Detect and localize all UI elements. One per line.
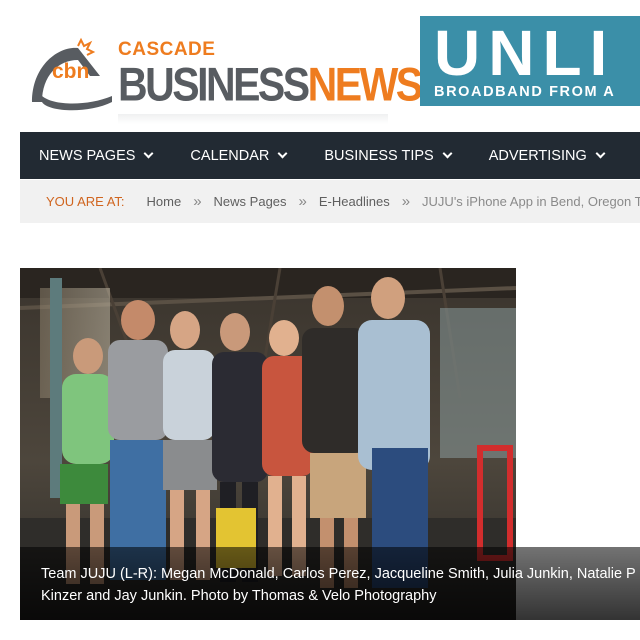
breadcrumb-home[interactable]: Home	[147, 194, 182, 209]
photo-caption: Team JUJU (L-R): Megan McDonald, Carlos …	[41, 563, 640, 607]
breadcrumb-e-headlines[interactable]: E-Headlines	[319, 194, 390, 209]
breadcrumb-news-pages[interactable]: News Pages	[214, 194, 287, 209]
nav-item-label: NEWS PAGES	[39, 147, 136, 164]
logo-reflection	[118, 114, 388, 124]
banner-headline: UNLI	[434, 17, 616, 89]
caption-line-2: Kinzer and Jay Junkin. Photo by Thomas &…	[41, 588, 437, 604]
breadcrumb: YOU ARE AT: Home » News Pages » E-Headli…	[20, 180, 640, 223]
breadcrumb-separator: »	[401, 193, 411, 210]
banner-ad[interactable]: UNLI BROADBAND FROM A	[420, 16, 640, 106]
chevron-down-icon	[595, 148, 606, 159]
nav-item-label: ADVERTISING	[488, 147, 587, 164]
nav-item-label: CALENDAR	[190, 147, 270, 164]
logo-business-news-text: BUSINESSNEWS	[118, 58, 424, 112]
breadcrumb-separator: »	[298, 193, 307, 210]
logo-cbn-text: cbn	[52, 60, 90, 83]
chevron-down-icon	[143, 148, 154, 159]
nav-item-business-tips[interactable]: BUSINESS TIPS	[305, 147, 453, 164]
site-logo[interactable]: cbn CASCADE BUSINESSNEWS	[28, 36, 423, 124]
nav-item-truncated[interactable]: RE	[623, 148, 640, 164]
logo-business-word: BUSINESS	[118, 58, 310, 111]
breadcrumb-separator: »	[193, 193, 202, 210]
banner-subline: BROADBAND FROM A	[434, 84, 616, 100]
caption-line-1: Team JUJU (L-R): Megan McDonald, Carlos …	[41, 566, 636, 582]
chevron-down-icon	[442, 148, 453, 159]
main-nav: NEWS PAGES CALENDAR BUSINESS TIPS ADVERT…	[20, 132, 640, 179]
breadcrumb-label: YOU ARE AT:	[46, 194, 125, 209]
chevron-down-icon	[277, 148, 288, 159]
nav-item-news-pages[interactable]: NEWS PAGES	[20, 147, 154, 164]
logo-news-word: NEWS	[307, 58, 424, 111]
nav-item-label: BUSINESS TIPS	[324, 147, 434, 164]
nav-item-calendar[interactable]: CALENDAR	[171, 147, 288, 164]
breadcrumb-current: JUJU's iPhone App in Bend, Oregon Takin	[422, 194, 640, 209]
nav-item-advertising[interactable]: ADVERTISING	[470, 147, 606, 164]
